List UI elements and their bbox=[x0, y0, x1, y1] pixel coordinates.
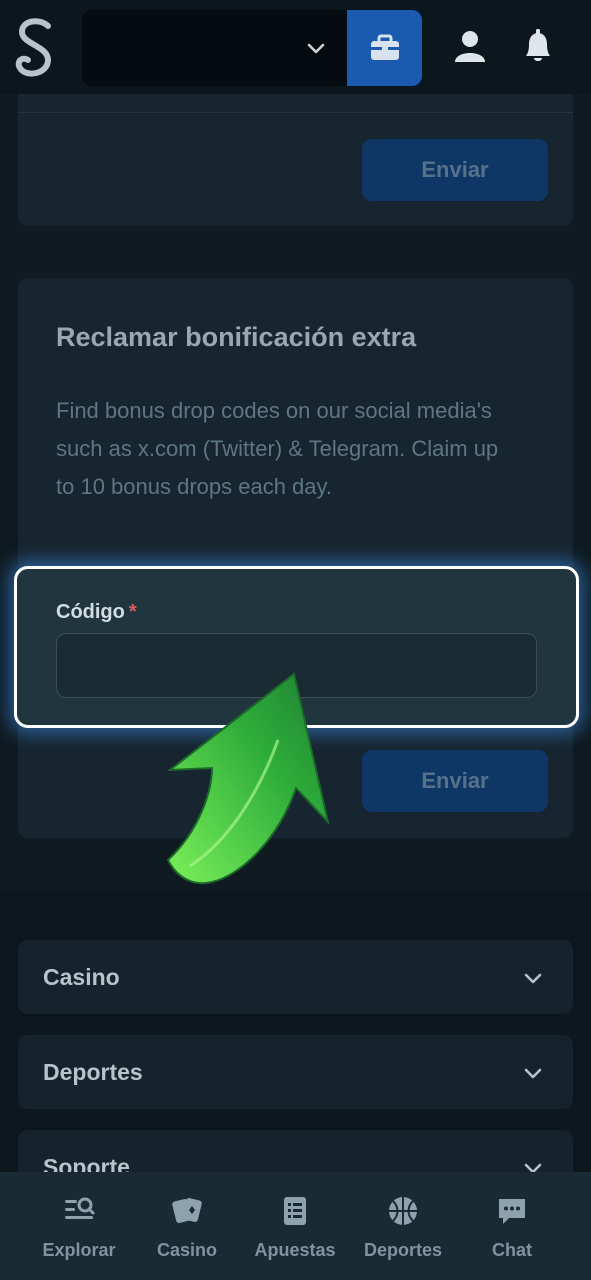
pointer-arrow-icon bbox=[166, 672, 330, 885]
nav-label: Apuestas bbox=[254, 1240, 336, 1260]
user-icon[interactable] bbox=[450, 26, 490, 66]
card-title: Reclamar bonificación extra bbox=[56, 322, 417, 352]
wallet-icon bbox=[370, 34, 399, 60]
explore-icon bbox=[65, 1197, 95, 1219]
chevron-down-icon bbox=[524, 973, 542, 984]
accordion-label: Casino bbox=[43, 964, 120, 990]
wallet-balance-select[interactable] bbox=[82, 10, 354, 86]
logo-icon[interactable] bbox=[14, 16, 58, 80]
submit-button[interactable]: Enviar bbox=[362, 139, 548, 201]
chevron-down-icon bbox=[524, 1068, 542, 1079]
nav-label: Explorar bbox=[42, 1240, 116, 1260]
divider bbox=[18, 112, 573, 113]
chevron-down-icon bbox=[307, 43, 325, 54]
card-description: Find bonus drop codes on our social medi… bbox=[56, 398, 499, 499]
bell-icon[interactable] bbox=[518, 26, 558, 66]
basketball-icon bbox=[389, 1197, 417, 1225]
betslip-icon bbox=[284, 1197, 306, 1225]
nav-explorar[interactable]: Explorar bbox=[24, 1194, 134, 1261]
nav-deportes[interactable]: Deportes bbox=[348, 1194, 458, 1261]
page: Enviar Reclamar bonificación extra Find … bbox=[0, 0, 591, 1280]
chat-icon bbox=[499, 1199, 525, 1224]
wallet-button[interactable] bbox=[347, 10, 422, 86]
nav-casino[interactable]: Casino bbox=[132, 1194, 242, 1261]
code-label-text: Código bbox=[56, 601, 125, 623]
nav-label: Casino bbox=[156, 1240, 217, 1260]
accordion-label: Deportes bbox=[43, 1059, 143, 1085]
submit-bonus-button[interactable]: Enviar bbox=[362, 750, 548, 812]
accordion-casino[interactable]: Casino bbox=[18, 940, 573, 1014]
code-label: Código * bbox=[56, 601, 137, 624]
accordion-deportes[interactable]: Deportes bbox=[18, 1035, 573, 1109]
nav-label: Chat bbox=[492, 1240, 532, 1260]
cards-icon bbox=[172, 1198, 202, 1223]
top-bar bbox=[0, 0, 591, 94]
bottom-nav: Explorar Casino Apuestas Deportes Chat bbox=[0, 1172, 591, 1280]
nav-apuestas[interactable]: Apuestas bbox=[240, 1194, 350, 1261]
nav-chat[interactable]: Chat bbox=[457, 1194, 567, 1261]
required-marker: * bbox=[128, 601, 137, 623]
nav-label: Deportes bbox=[363, 1240, 443, 1260]
